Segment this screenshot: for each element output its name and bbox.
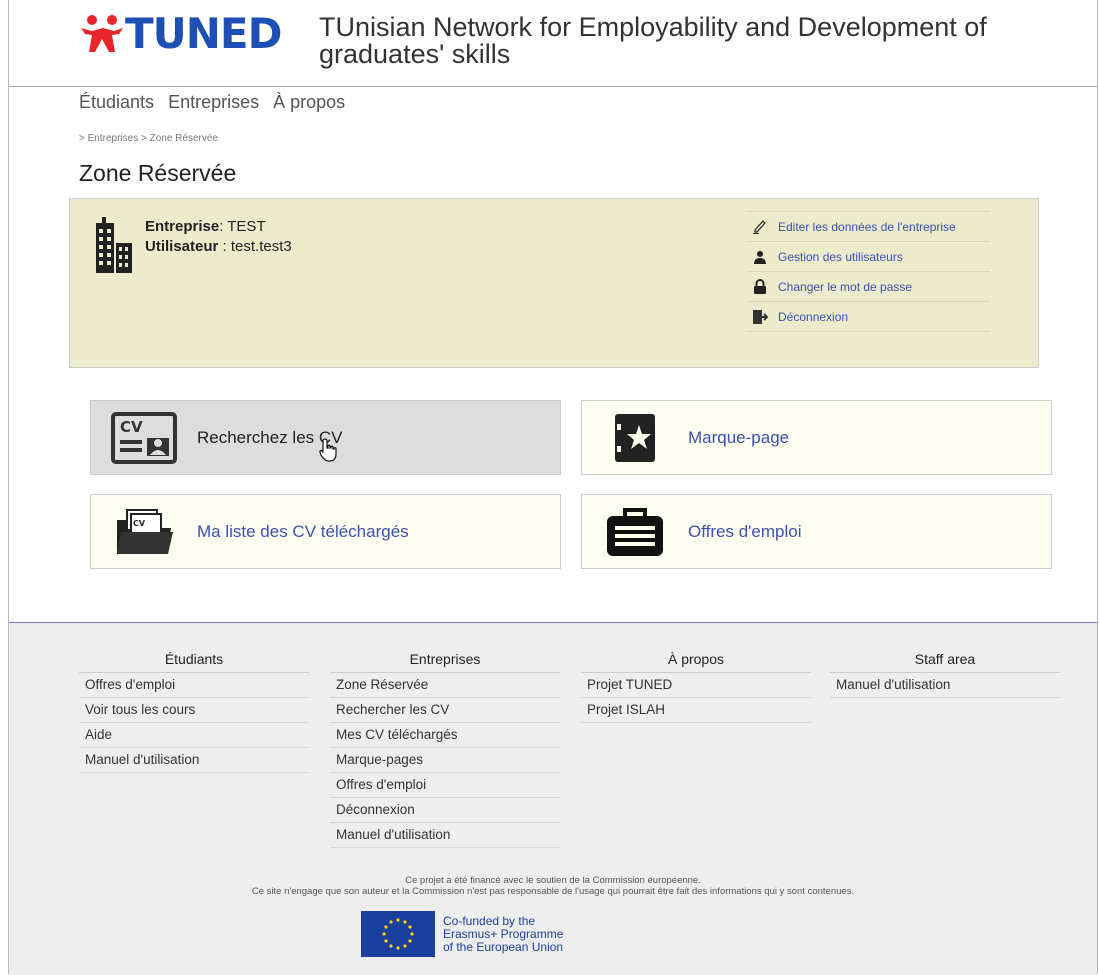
downloaded-cv-tile[interactable]: CV Ma liste des CV téléchargés [90,494,561,569]
footer-link[interactable]: Offres d'emploi [330,773,560,798]
logo-text: TUNED [125,9,282,58]
company-value: : TEST [219,218,266,235]
footer-link[interactable]: Projet ISLAH [581,698,811,723]
change-password-label: Changer le mot de passe [778,279,913,294]
svg-text:CV: CV [133,519,146,528]
page-title: Zone Réservée [79,160,237,186]
footer-link[interactable]: Mes CV téléchargés [330,723,560,748]
funding-note-line1: Ce projet a été financé avec le soutien … [405,875,701,886]
footer-link[interactable]: Rechercher les CV [330,698,560,723]
footer-link[interactable]: Marque-pages [330,748,560,773]
bookmark-label: Marque-page [688,427,790,447]
downloaded-cv-label: Ma liste des CV téléchargés [197,521,409,541]
breadcrumb-item-zone[interactable]: Zone Réservée [150,133,218,144]
site-footer: Étudiants Offres d'emploi Voir tous les … [9,622,1097,975]
svg-text:CV: CV [120,418,143,436]
footer-heading: Entreprises [330,651,560,673]
briefcase-icon [600,504,670,560]
eu-cofunded-text: Co-funded by the Erasmus+ Programme of t… [443,913,564,954]
nav-item-etudiants[interactable]: Étudiants [79,92,154,113]
footer-link[interactable]: Voir tous les cours [79,698,309,723]
footer-link[interactable]: Manuel d'utilisation [330,823,560,848]
company-label: Entreprise [145,218,220,235]
logout-label: Déconnexion [778,309,849,324]
breadcrumb-item-entreprises[interactable]: Entreprises [88,133,139,144]
eu-text-line: of the European Union [443,939,564,954]
breadcrumb: > Entreprises > Zone Réservée [79,133,218,144]
people-logo-icon [81,15,123,52]
footer-col-a-propos: À propos Projet TUNED Projet ISLAH [581,651,811,723]
footer-link[interactable]: Manuel d'utilisation [79,748,309,773]
footer-heading: Étudiants [79,651,309,673]
users-icon [752,249,768,265]
change-password-link[interactable]: Changer le mot de passe [748,271,990,301]
funding-note-line2: Ce site n'engage que son auteur et la Co… [251,886,855,897]
site-tagline: TUnisian Network for Employability and D… [319,12,987,69]
footer-link[interactable]: Déconnexion [330,798,560,823]
building-icon [96,217,132,273]
page-frame: TUNED TUnisian Network for Employability… [8,0,1098,975]
cv-icon: CV [109,410,179,466]
main-nav: Étudiants Entreprises À propos [79,92,345,113]
footer-col-etudiants: Étudiants Offres d'emploi Voir tous les … [79,651,309,773]
footer-link[interactable]: Zone Réservée [330,673,560,698]
funding-note: Ce projet a été financé avec le soutien … [9,875,1097,897]
footer-col-staff: Staff area Manuel d'utilisation [830,651,1060,698]
edit-company-link[interactable]: Editer les données de l'entreprise [748,211,990,241]
hand-cursor-icon [319,438,337,462]
footer-link[interactable]: Offres d'emploi [79,673,309,698]
bookmark-tile[interactable]: Marque-page [581,400,1052,475]
tuned-logo[interactable]: TUNED [79,9,282,58]
company-info-lines: Entreprise: TEST Utilisateur : test.test… [145,217,292,257]
footer-col-entreprises: Entreprises Zone Réservée Rechercher les… [330,651,560,848]
user-label: Utilisateur [145,238,219,255]
manage-users-label: Gestion des utilisateurs [778,249,903,264]
user-line: Utilisateur : test.test3 [145,237,292,257]
account-actions: Editer les données de l'entreprise Gesti… [748,211,990,332]
logout-link[interactable]: Déconnexion [748,301,990,332]
edit-company-label: Editer les données de l'entreprise [778,219,956,234]
footer-heading: À propos [581,651,811,673]
job-offers-label: Offres d'emploi [688,521,802,541]
bookmark-icon [600,410,670,466]
eu-flag-icon [361,911,435,957]
lock-icon [752,279,768,295]
manage-users-link[interactable]: Gestion des utilisateurs [748,241,990,271]
pencil-icon [752,219,768,235]
eu-text-line: Erasmus+ Programme [443,926,564,941]
eu-text-line: Co-funded by the [443,913,536,928]
nav-item-a-propos[interactable]: À propos [273,92,345,113]
footer-link[interactable]: Manuel d'utilisation [830,673,1060,698]
eu-cofunded-badge: Co-funded by the Erasmus+ Programme of t… [361,911,563,957]
footer-link[interactable]: Aide [79,723,309,748]
company-line: Entreprise: TEST [145,217,292,237]
user-value: : test.test3 [218,238,292,255]
company-info-box: Entreprise: TEST Utilisateur : test.test… [69,198,1039,368]
site-header: TUNED TUnisian Network for Employability… [9,0,1097,87]
job-offers-tile[interactable]: Offres d'emploi [581,494,1052,569]
folder-cv-icon: CV [109,504,179,560]
logout-icon [752,309,768,325]
nav-item-entreprises[interactable]: Entreprises [168,92,259,113]
footer-link[interactable]: Projet TUNED [581,673,811,698]
footer-heading: Staff area [830,651,1060,673]
